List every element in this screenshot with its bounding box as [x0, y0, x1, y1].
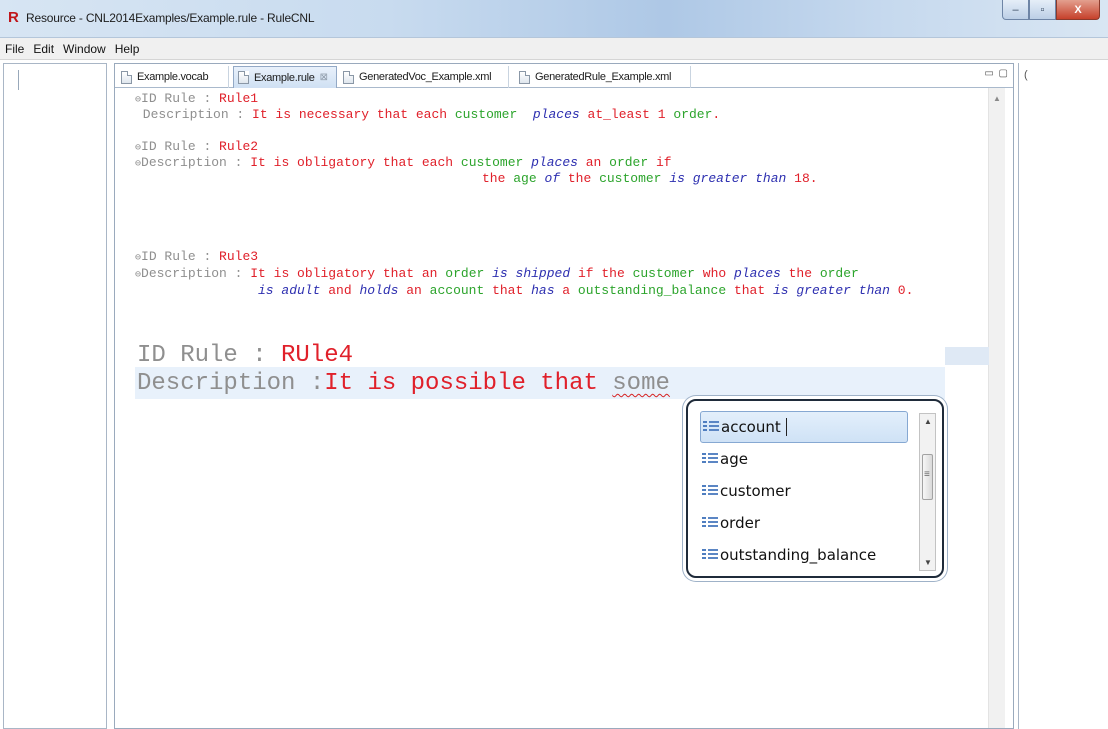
tab-example-vocab[interactable]: Example.vocab [117, 66, 229, 88]
content-assist-popup: account age customer order outstanding_b… [686, 399, 944, 578]
tab-label: Example.vocab [137, 71, 209, 83]
rule4-description-line[interactable]: Description :It is possible that some [137, 369, 670, 399]
suggestion-age[interactable]: age [700, 443, 916, 475]
menu-edit[interactable]: Edit [33, 42, 54, 56]
file-icon [519, 70, 530, 84]
suggestion-list: account age customer order outstanding_b… [700, 411, 916, 571]
tab-label: GeneratedVoc_Example.xml [359, 71, 492, 83]
scroll-down-icon[interactable]: ▼ [924, 558, 932, 567]
window-title: Resource - CNL2014Examples/Example.rule … [26, 11, 315, 25]
rule1-description-line: Description : It is necessary that each … [135, 107, 721, 122]
scroll-up-icon[interactable]: ▲ [924, 417, 932, 426]
minimize-icon: – [1012, 3, 1019, 16]
rule3-id-line: ⊖ID Rule : Rule3 [135, 249, 259, 264]
vocabulary-term-icon [702, 453, 718, 465]
vocabulary-term-icon [702, 485, 718, 497]
panel-divider [18, 70, 19, 90]
close-icon: X [1074, 3, 1082, 16]
unresolved-word: some [612, 370, 670, 397]
right-view-panel: ( [1018, 63, 1108, 729]
suggestion-customer[interactable]: customer [700, 475, 916, 507]
window-controls: – ▫ X [1002, 0, 1100, 22]
tab-label: Example.rule [254, 71, 315, 84]
menu-bar: File Edit Window Help [0, 38, 1108, 60]
tab-example-rule[interactable]: Example.rule ⊠ [233, 66, 337, 88]
file-icon [238, 71, 249, 84]
text-caret [785, 418, 787, 436]
rule4-id-line: ID Rule : RUle4 [137, 342, 354, 369]
suggestion-outstanding-balance[interactable]: outstanding_balance [700, 539, 916, 571]
editor-tab-bar: Example.vocab Example.rule ⊠ GeneratedVo… [115, 64, 1013, 88]
minimize-maximize-icon[interactable]: ▭ ▢ [984, 68, 1009, 79]
scroll-up-icon[interactable]: ▲ [993, 94, 1001, 103]
left-view-panel [3, 63, 107, 729]
rule2-description-continuation: the age of the customer is greater than … [482, 171, 818, 186]
right-panel-glyph: ( [1024, 69, 1028, 81]
menu-help[interactable]: Help [115, 42, 140, 56]
suggestion-account[interactable]: account [700, 411, 908, 443]
app-logo-icon: R [8, 9, 19, 26]
title-bar: R Resource - CNL2014Examples/Example.rul… [0, 0, 1108, 38]
maximize-icon: ▫ [1040, 3, 1045, 16]
rule-editor[interactable]: Example.vocab Example.rule ⊠ GeneratedVo… [114, 63, 1014, 729]
suggestion-order[interactable]: order [700, 507, 916, 539]
maximize-button[interactable]: ▫ [1029, 0, 1056, 20]
line-highlight [945, 347, 989, 365]
close-button[interactable]: X [1056, 0, 1100, 20]
menu-window[interactable]: Window [63, 42, 106, 56]
vocabulary-term-icon [702, 549, 718, 561]
vocabulary-term-icon [703, 421, 719, 433]
tab-label: GeneratedRule_Example.xml [535, 71, 672, 83]
scroll-thumb[interactable] [922, 454, 933, 500]
file-icon [343, 70, 354, 84]
file-icon [121, 70, 132, 84]
vocabulary-term-icon [702, 517, 718, 529]
editor-scrollbar[interactable]: ▲ [988, 88, 1005, 728]
tab-close-icon[interactable]: ⊠ [320, 72, 328, 83]
minimize-button[interactable]: – [1002, 0, 1029, 20]
menu-file[interactable]: File [5, 42, 24, 56]
tab-generated-rule[interactable]: GeneratedRule_Example.xml [515, 66, 691, 88]
tab-generated-voc[interactable]: GeneratedVoc_Example.xml [339, 66, 509, 88]
suggestion-scrollbar[interactable]: ▲ ▼ [919, 413, 936, 571]
rule3-description-continuation: is adult and holds an account that has a… [258, 283, 914, 298]
rule3-description-line: ⊖Description : It is obligatory that an … [135, 266, 859, 281]
